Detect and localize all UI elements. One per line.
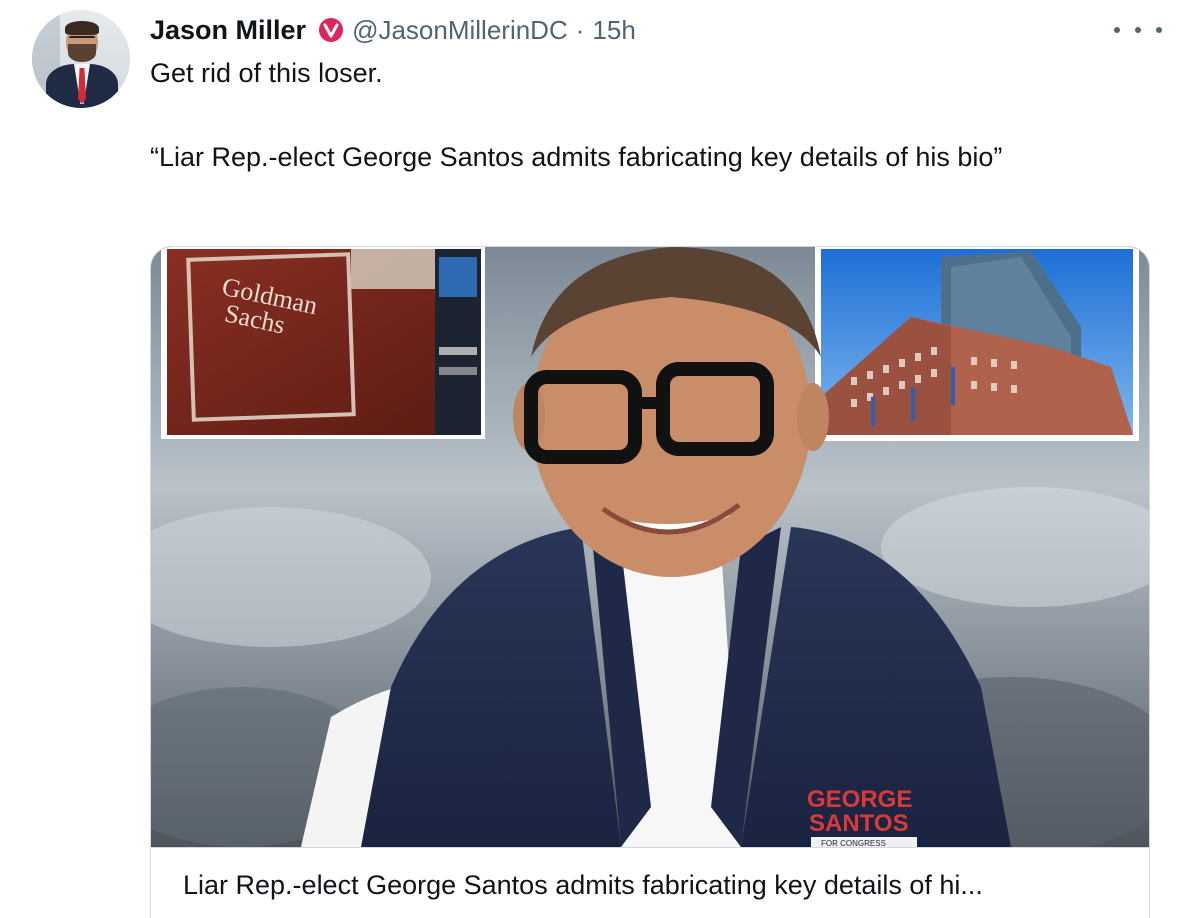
tweet-text-line-2: “Liar Rep.-elect George Santos admits fa… [150,142,1003,172]
card-caption-text: Liar Rep.-elect George Santos admits fab… [183,870,983,900]
more-options-icon[interactable] [1114,20,1162,40]
avatar[interactable] [32,10,130,108]
card-image: Goldman Sachs GEORGE SANTOS FOR CONGRESS [151,247,1149,847]
tweet: Jason Miller @JasonMillerinDC · 15h Get … [0,0,1188,918]
tweet-header: Jason Miller @JasonMillerinDC · 15h [150,12,636,48]
card-caption: Liar Rep.-elect George Santos admits fab… [151,847,1149,918]
link-card[interactable]: Goldman Sachs GEORGE SANTOS FOR CONGRESS… [150,246,1150,918]
author-name[interactable]: Jason Miller [150,15,306,46]
tweet-text-line-1: Get rid of this loser. [150,58,383,88]
vest-logo-line3: FOR CONGRESS [821,839,886,847]
author-handle[interactable]: @JasonMillerinDC [352,15,568,46]
vest-logo-line1: GEORGE [807,786,912,813]
separator-dot: · [575,14,585,45]
timestamp[interactable]: 15h [592,15,635,46]
vest-logo-line2: SANTOS [809,810,909,837]
verified-badge-icon [318,17,344,43]
